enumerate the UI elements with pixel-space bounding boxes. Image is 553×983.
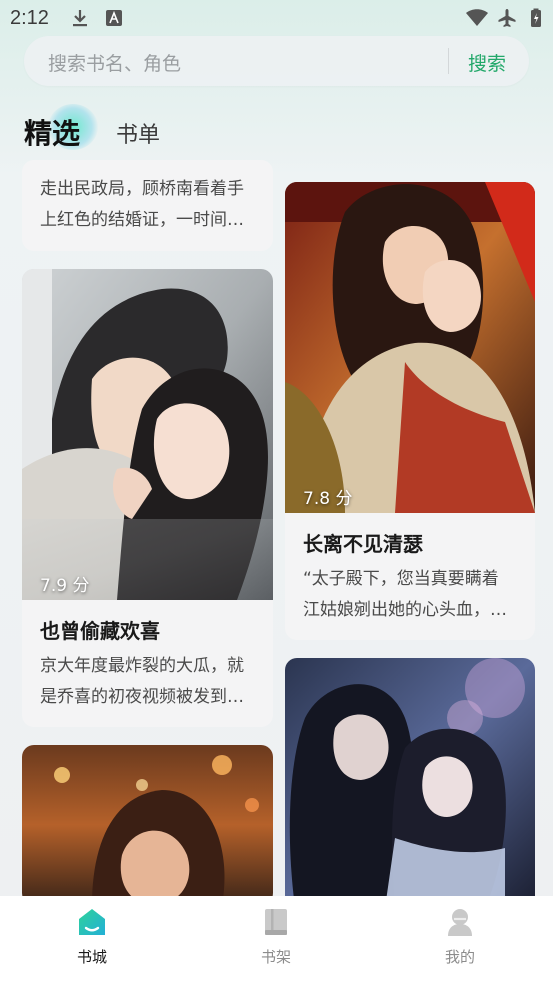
- bottom-navigation: 书城 书架 我的: [0, 896, 553, 983]
- book-card[interactable]: [22, 745, 273, 905]
- book-card[interactable]: [285, 658, 535, 908]
- book-title: 长离不见清瑟: [303, 532, 423, 556]
- book-score: 7.8 分: [303, 489, 353, 509]
- app-notification-icon: [106, 10, 122, 26]
- book-card[interactable]: 走出民政局，顾桥南看着手 上红色的结婚证，一时间…: [22, 160, 273, 251]
- description-line: 京大年度最炸裂的大瓜，就: [40, 656, 244, 676]
- tab-featured[interactable]: 精选: [24, 112, 80, 152]
- book-description: “太子殿下，您当真要瞒着 江姑娘剜出她的心头血，…: [303, 564, 519, 626]
- description-line: 上红色的结婚证，一时间…: [40, 210, 244, 230]
- nav-label: 书架: [260, 948, 291, 966]
- profile-icon: [448, 909, 472, 936]
- battery-charging-icon: [531, 8, 541, 27]
- nav-item-profile[interactable]: 我的: [400, 896, 520, 983]
- status-bar: 2:12: [0, 0, 553, 36]
- search-divider: [448, 48, 449, 74]
- book-description: 京大年度最炸裂的大瓜，就 是乔喜的初夜视频被发到…: [40, 651, 257, 713]
- nav-label: 书城: [76, 948, 107, 966]
- status-time: 2:12: [10, 7, 49, 29]
- book-cover-image: [285, 658, 535, 908]
- search-button[interactable]: 搜索: [468, 49, 506, 76]
- book-score: 7.9 分: [40, 576, 90, 596]
- book-cover-image: 7.8 分: [285, 182, 535, 513]
- description-line: “太子殿下，您当真要瞒着: [303, 569, 499, 589]
- book-cover-image: 7.9 分: [22, 269, 273, 600]
- bookstore-home-icon: [79, 909, 105, 935]
- tab-booklist[interactable]: 书单: [116, 117, 160, 149]
- search-bar[interactable]: 搜索书名、角色 搜索: [24, 36, 529, 86]
- description-line: 江姑娘剜出她的心头血，…: [303, 600, 507, 620]
- book-title: 也曾偷藏欢喜: [40, 619, 160, 643]
- book-cover-image: [22, 745, 273, 905]
- airplane-mode-icon: [498, 9, 516, 27]
- nav-label: 我的: [444, 948, 475, 966]
- nav-item-bookstore[interactable]: 书城: [32, 896, 152, 983]
- download-icon: [73, 10, 87, 27]
- book-card[interactable]: 7.9 分 也曾偷藏欢喜 京大年度最炸裂的大瓜，就 是乔喜的初夜视频被发到…: [22, 269, 273, 727]
- book-description: 走出民政局，顾桥南看着手 上红色的结婚证，一时间…: [40, 174, 257, 236]
- wifi-icon: [466, 9, 488, 26]
- bookshelf-icon: [265, 909, 287, 935]
- search-input[interactable]: 搜索书名、角色: [48, 49, 181, 76]
- book-card[interactable]: 7.8 分 长离不见清瑟 “太子殿下，您当真要瞒着 江姑娘剜出她的心头血，…: [285, 182, 535, 640]
- nav-item-bookshelf[interactable]: 书架: [216, 896, 336, 983]
- description-line: 走出民政局，顾桥南看着手: [40, 179, 244, 199]
- description-line: 是乔喜的初夜视频被发到…: [40, 687, 244, 707]
